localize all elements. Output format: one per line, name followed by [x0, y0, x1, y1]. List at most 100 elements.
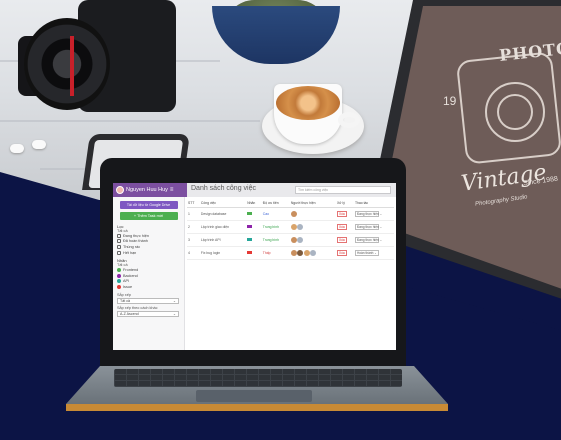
task-table: STT Công việc Nhãn Độ ưu tiên Người thực…: [187, 199, 394, 260]
avatar: [310, 249, 317, 256]
app-topbar: Nguyen Huu Huy ≡ Danh sách công việc Tìm…: [113, 183, 396, 197]
cell-priority: Cao: [261, 207, 290, 221]
red-dot-icon: [117, 284, 121, 289]
sort2-select[interactable]: A-Z Ascend ⌄: [117, 310, 179, 317]
chevron-down-icon: ⌄: [172, 311, 176, 316]
avatar: [290, 236, 297, 243]
table-row[interactable]: 4 Fix bug login Thấp Xóa Hoàn thành ⌄: [187, 246, 394, 260]
delete-button[interactable]: Xóa: [336, 249, 347, 256]
page-title: Danh sách công việc: [191, 185, 256, 192]
cell-status[interactable]: Xóa: [335, 233, 354, 247]
trash-icon: [117, 244, 121, 249]
cell-assignees: [289, 207, 333, 221]
dslr-camera: [18, 0, 178, 115]
folder-icon: [117, 233, 121, 238]
avatar: [297, 236, 304, 243]
status-select[interactable]: Hoàn thành ⌄: [354, 249, 379, 256]
latte-art: [276, 86, 340, 120]
cell-task: Lập trình giao diện: [199, 220, 247, 234]
cell-status[interactable]: Xóa: [335, 220, 354, 234]
avatar: [116, 186, 124, 194]
earbuds: [10, 138, 60, 158]
menu-icon[interactable]: ≡: [170, 187, 174, 193]
cell-label: [246, 207, 262, 221]
cell-assignees: [289, 233, 333, 247]
avatar: [297, 223, 304, 230]
label-color-bar: [247, 238, 253, 242]
user-name: Nguyen Huu Huy: [126, 187, 168, 193]
cell-task: Fix bug login: [199, 246, 247, 260]
sort-label: Sắp xếp: [117, 292, 131, 297]
cell-stt: 3: [187, 233, 200, 247]
cell-task: Design database: [199, 207, 247, 221]
avatar: [290, 249, 297, 256]
col-header: Người thực hiện: [289, 199, 333, 208]
status-select[interactable]: Đang thực hiện ⌄: [354, 223, 382, 230]
col-header: Thao tác: [353, 199, 394, 208]
clock-icon: [117, 250, 121, 255]
label-issue[interactable]: Issue: [117, 284, 180, 290]
chevron-down-icon: ⌄: [172, 298, 176, 303]
cell-assignees: [289, 246, 333, 260]
cell-label: [246, 246, 262, 260]
cell-priority: Trung bình: [261, 220, 290, 234]
touchpad: [196, 390, 312, 402]
cell-task: Lập trình API: [199, 233, 247, 247]
cell-status[interactable]: Xóa: [335, 246, 354, 260]
cell-assignees: [289, 220, 333, 234]
search-input[interactable]: Tìm kiếm công việc: [295, 186, 391, 194]
col-header: Xử lý: [335, 199, 354, 208]
cell-action[interactable]: Hoàn thành ⌄: [353, 246, 394, 260]
teal-dot-icon: [117, 279, 121, 284]
cell-label: [246, 233, 262, 247]
delete-button[interactable]: Xóa: [336, 210, 347, 217]
cell-priority: Thấp: [261, 246, 290, 260]
task-table-area: STT Công việc Nhãn Độ ưu tiên Người thực…: [187, 199, 394, 349]
cell-stt: 4: [187, 246, 200, 260]
laptop-lip: [66, 404, 448, 411]
cell-action[interactable]: Đang thực hiện ⌄: [353, 233, 394, 247]
col-header: Độ ưu tiên: [261, 199, 290, 208]
laptop-screen: Nguyen Huu Huy ≡ Danh sách công việc Tìm…: [113, 183, 396, 350]
cell-label: [246, 220, 262, 234]
table-row[interactable]: 2 Lập trình giao diện Trung bình Xóa Đang th…: [187, 220, 394, 234]
avatar: [290, 223, 297, 230]
cell-stt: 1: [187, 207, 200, 221]
photo-scene: PHOTOGRA 19 Vintage Since 1988 Photograp…: [0, 0, 561, 440]
cup-handle: [338, 112, 360, 128]
status-select[interactable]: Đang thực hiện ⌄: [354, 210, 382, 217]
avatar: [297, 249, 304, 256]
sort2-label: Sắp xếp theo cách khác: [117, 305, 158, 310]
label-color-bar: [247, 212, 253, 216]
col-header: Nhãn: [246, 199, 262, 208]
check-icon: [117, 239, 121, 244]
cell-stt: 2: [187, 220, 200, 234]
sidebar: Tải dữ liệu từ Google Drive + Thêm Task …: [113, 197, 185, 350]
cell-action[interactable]: Đang thực hiện ⌄: [353, 220, 394, 234]
cell-status[interactable]: Xóa: [335, 207, 354, 221]
filter-expired[interactable]: Hết hạn: [117, 250, 180, 256]
add-task-button[interactable]: + Thêm Task mới: [119, 212, 178, 220]
import-drive-button[interactable]: Tải dữ liệu từ Google Drive: [119, 201, 178, 209]
label-color-bar: [247, 251, 253, 255]
delete-button[interactable]: Xóa: [336, 223, 347, 230]
avatar: [290, 210, 297, 217]
poster-year: 19: [443, 94, 457, 108]
delete-button[interactable]: Xóa: [336, 236, 347, 243]
purple-dot-icon: [117, 273, 121, 278]
green-dot-icon: [117, 268, 121, 273]
col-header: STT: [187, 199, 200, 208]
label-color-bar: [247, 225, 253, 229]
table-row[interactable]: 1 Design database Cao Xóa Đang thực hiện ⌄: [187, 207, 394, 221]
table-row[interactable]: 3 Lập trình API Trung bình Xóa Đang thực hiệ…: [187, 233, 394, 247]
col-header: Công việc: [199, 199, 247, 208]
cell-priority: Trung bình: [261, 233, 290, 247]
sort-select[interactable]: Tất cả ⌄: [117, 297, 179, 304]
lens-inner-sketch-icon: [497, 94, 533, 130]
keyboard: [114, 369, 402, 387]
status-select[interactable]: Đang thực hiện ⌄: [354, 236, 382, 243]
cell-action[interactable]: Đang thực hiện ⌄: [353, 207, 394, 221]
user-brand[interactable]: Nguyen Huu Huy ≡: [113, 183, 187, 197]
avatar: [303, 249, 310, 256]
table-texture: [0, 120, 260, 122]
